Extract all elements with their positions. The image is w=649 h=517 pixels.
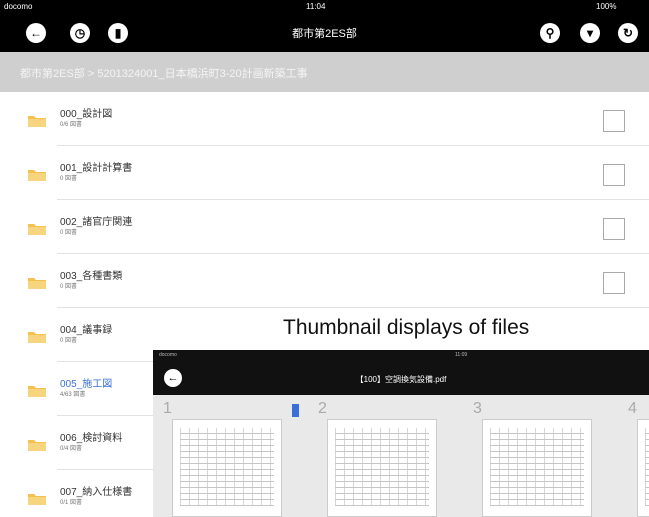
- folder-name: 006_検討資料: [60, 433, 123, 444]
- folder-icon: [28, 224, 46, 235]
- folder-icon: [28, 332, 46, 343]
- folder-row[interactable]: 000_設計図 0/6 図書: [0, 92, 649, 146]
- bookmark-flag-icon: [292, 404, 299, 417]
- folder-name: 001_設計計算書: [60, 163, 133, 174]
- folder-count: 0 図書: [60, 284, 78, 290]
- folder-row[interactable]: 001_設計計算書 0 図書: [0, 146, 649, 200]
- refresh-icon[interactable]: ↻: [618, 23, 638, 43]
- folder-checkbox[interactable]: [603, 218, 625, 240]
- caption: Thumbnail displays of files: [283, 316, 530, 339]
- folder-icon: [28, 386, 46, 397]
- viewer-title: 【100】空調換気設備.pdf: [355, 375, 447, 384]
- toolbar: ← ◷ ▮ 都市第2ES部 ⚲ ▾ ↻: [0, 14, 649, 52]
- folder-count: 0/6 図書: [60, 122, 83, 128]
- app: docomo 11:04 100% ← ◷ ▮ 都市第2ES部 ⚲ ▾ ↻ 都市…: [0, 0, 649, 517]
- carrier-label: docomo: [4, 2, 33, 11]
- page-preview: [172, 419, 282, 517]
- folder-row[interactable]: 003_各種書類 0 図書: [0, 254, 649, 308]
- folder-name: 005_施工図: [60, 379, 113, 390]
- folder-name: 004_議事録: [60, 325, 113, 336]
- folder-count: 0 図書: [60, 338, 78, 344]
- page-preview: [327, 419, 437, 517]
- folder-icon: [28, 116, 46, 127]
- folder-checkbox[interactable]: [603, 272, 625, 294]
- folder-row[interactable]: 002_諸官庁関連 0 図書: [0, 200, 649, 254]
- folder-icon: [28, 494, 46, 505]
- folder-count: 0/4 図書: [60, 446, 83, 452]
- status-time: 11:04: [306, 2, 326, 11]
- thumbnail-viewer: docomo 11:09 ← 【100】空調換気設備.pdf 1234: [153, 350, 649, 517]
- folder-count: 0 図書: [60, 230, 78, 236]
- page-number: 2: [318, 400, 327, 417]
- page-number: 4: [628, 400, 637, 417]
- folder-count: 0/1 図書: [60, 500, 83, 506]
- folder-checkbox[interactable]: [603, 164, 625, 186]
- viewer-carrier: docomo: [159, 352, 177, 358]
- thumbnail-grid: 1 2 3 4: [153, 395, 649, 517]
- folder-count: 0 図書: [60, 176, 78, 182]
- viewer-time: 11:09: [455, 352, 468, 358]
- page-number: 1: [163, 400, 172, 417]
- status-bar: docomo 11:04 100%: [0, 0, 649, 14]
- search-icon[interactable]: ⚲: [540, 23, 560, 43]
- page-number: 3: [473, 400, 482, 417]
- battery-label: 100%: [596, 2, 617, 11]
- folder-count: 4/63 図書: [60, 392, 86, 398]
- viewer-status-bar: docomo 11:09: [153, 350, 649, 360]
- folder-checkbox[interactable]: [603, 110, 625, 132]
- folder-icon: [28, 440, 46, 451]
- page-preview: [482, 419, 592, 517]
- breadcrumb: 都市第2ES部 > 5201324001_日本橋浜町3-20計画新築工事: [0, 52, 649, 92]
- page-preview: [637, 419, 649, 517]
- folder-icon: [28, 278, 46, 289]
- folder-name: 007_納入仕様書: [60, 487, 133, 498]
- folder-name: 000_設計図: [60, 109, 113, 120]
- trash-icon[interactable]: ▾: [580, 23, 600, 43]
- folder-name: 003_各種書類: [60, 271, 123, 282]
- folder-name: 002_諸官庁関連: [60, 217, 133, 228]
- folder-icon: [28, 170, 46, 181]
